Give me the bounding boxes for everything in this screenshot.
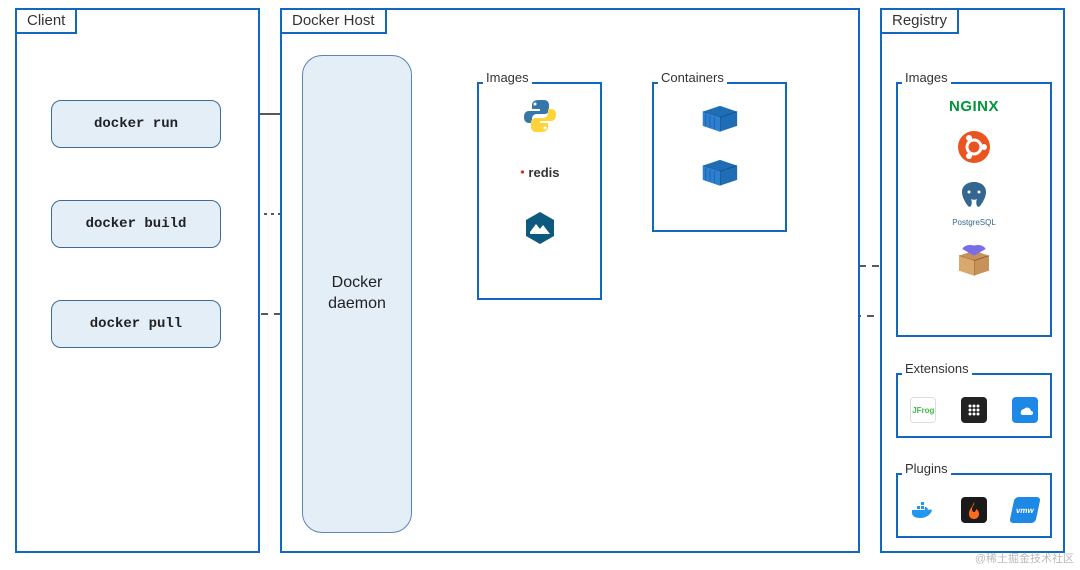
postgresql-label: PostgreSQL <box>952 218 996 227</box>
vmw-plugin-icon: vmw <box>1009 497 1041 523</box>
python-icon <box>520 96 560 136</box>
cmd-docker-build: docker build <box>51 200 221 248</box>
redis-icon: redis <box>520 152 560 192</box>
nginx-icon: NGINX <box>949 98 999 115</box>
docker-daemon-label: Docker daemon <box>328 273 386 315</box>
registry-title: Registry <box>880 8 959 34</box>
watermark: @稀土掘金技术社区 <box>975 550 1074 566</box>
host-containers-box: Containers <box>652 82 787 232</box>
registry-images-label: Images <box>902 70 951 85</box>
docker-plugin-icon <box>910 497 936 523</box>
docker-host-panel: Docker Host Docker daemon Images redis C… <box>280 8 860 553</box>
host-containers-label: Containers <box>658 70 727 85</box>
docker-host-title: Docker Host <box>280 8 387 34</box>
client-panel: Client docker run docker build docker pu… <box>15 8 260 553</box>
postgresql-icon: PostgreSQL <box>952 179 996 227</box>
registry-plugins-box: Plugins vmw <box>896 473 1052 538</box>
container-icon <box>700 98 740 138</box>
alpine-icon <box>520 208 560 248</box>
container-icon <box>700 152 740 192</box>
registry-extensions-label: Extensions <box>902 361 972 376</box>
cloud-extension-icon <box>1012 397 1038 423</box>
registry-panel: Registry Images NGINX PostgreSQL Extensi… <box>880 8 1065 553</box>
package-icon <box>954 239 994 279</box>
redis-label: redis <box>528 165 559 180</box>
host-images-box: Images redis <box>477 82 602 300</box>
flame-plugin-icon <box>961 497 987 523</box>
cmd-docker-pull: docker pull <box>51 300 221 348</box>
client-title: Client <box>15 8 77 34</box>
jfrog-icon: JFrog <box>910 397 936 423</box>
host-images-label: Images <box>483 70 532 85</box>
registry-images-box: Images NGINX PostgreSQL <box>896 82 1052 337</box>
cmd-docker-run: docker run <box>51 100 221 148</box>
registry-extensions-box: Extensions JFrog <box>896 373 1052 438</box>
ubuntu-icon <box>954 127 994 167</box>
grid-extension-icon <box>961 397 987 423</box>
docker-daemon: Docker daemon <box>302 55 412 533</box>
registry-plugins-label: Plugins <box>902 461 951 476</box>
